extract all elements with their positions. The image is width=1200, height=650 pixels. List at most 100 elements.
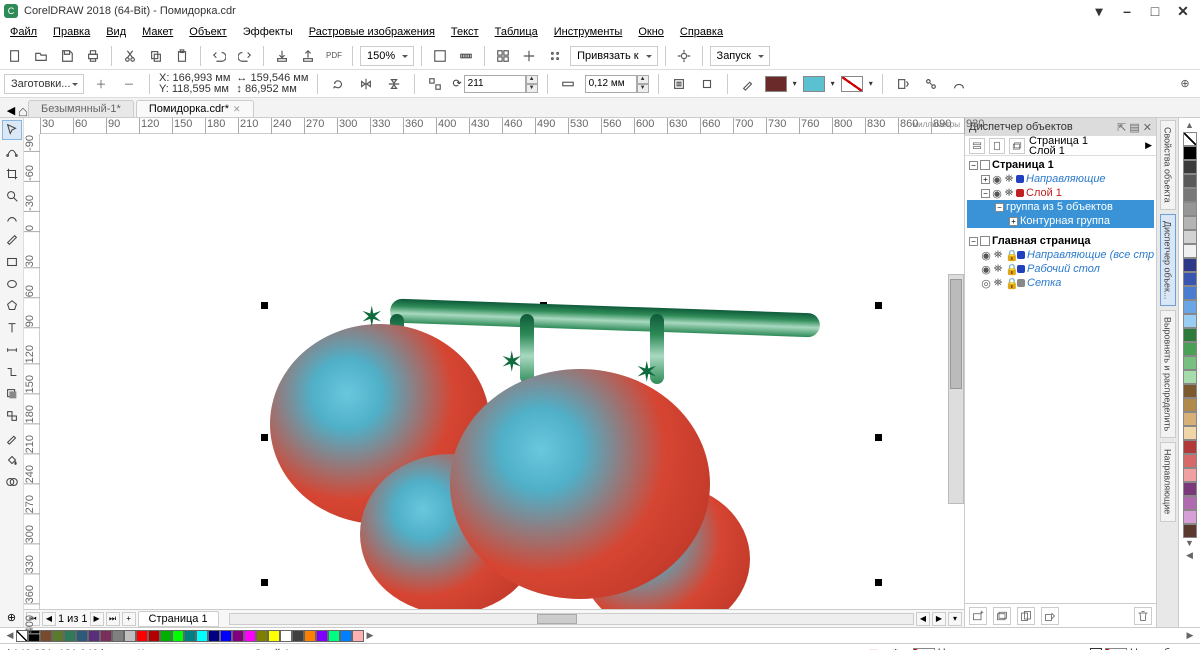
tab-scroll-icon[interactable]: ◀ xyxy=(4,104,18,117)
color-swatch[interactable] xyxy=(1183,496,1197,510)
tab-close-icon[interactable]: ✕ xyxy=(233,104,241,115)
color-swatch[interactable] xyxy=(352,630,364,642)
ungroup-icon[interactable] xyxy=(424,73,446,95)
scroll-right-button[interactable]: ▶ xyxy=(932,612,946,626)
page-view-icon[interactable] xyxy=(989,138,1005,154)
palette-down-icon[interactable]: ▼ xyxy=(1185,538,1194,550)
color-swatch[interactable] xyxy=(52,630,64,642)
options-icon[interactable] xyxy=(673,45,695,67)
color-swatch[interactable] xyxy=(112,630,124,642)
snap-to-dropdown[interactable]: Привязать к xyxy=(570,46,657,66)
menu-object[interactable]: Объект xyxy=(183,24,232,40)
page-tab-1[interactable]: Страница 1 xyxy=(138,611,219,627)
color-swatch[interactable] xyxy=(172,630,184,642)
vertical-ruler[interactable]: -90-60-300306090120150180210240270300330… xyxy=(24,134,40,609)
layer-view-icon[interactable] xyxy=(969,138,985,154)
pdf-icon[interactable]: PDF xyxy=(323,45,345,67)
remove-preset-icon[interactable]: － xyxy=(118,73,140,95)
to-front-icon[interactable] xyxy=(696,73,718,95)
guides-icon[interactable] xyxy=(518,45,540,67)
cut-icon[interactable] xyxy=(119,45,141,67)
panel-pin-icon[interactable]: ⇱ xyxy=(1117,121,1126,134)
color-swatch[interactable] xyxy=(124,630,136,642)
tree-guides-all[interactable]: ◉⛯🔒Направляющие (все страницы) xyxy=(967,248,1154,262)
wrap-text-icon[interactable] xyxy=(668,73,690,95)
docker-object-manager[interactable]: Диспетчер объек... xyxy=(1160,214,1176,306)
tree-layer1[interactable]: −◉⛯Слой 1 xyxy=(967,186,1154,200)
launch-dropdown[interactable]: Запуск xyxy=(710,46,770,66)
color-swatch[interactable] xyxy=(1183,230,1197,244)
color-swatch[interactable] xyxy=(1183,216,1197,230)
shape-tool[interactable] xyxy=(2,142,22,162)
color-swatch[interactable] xyxy=(1183,272,1197,286)
color-swatch[interactable] xyxy=(88,630,100,642)
menu-help[interactable]: Справка xyxy=(674,24,729,40)
color-swatch[interactable] xyxy=(280,630,292,642)
tree-contour-group[interactable]: +Контурная группа xyxy=(967,214,1154,228)
color-swatch[interactable] xyxy=(148,630,160,642)
color-swatch[interactable] xyxy=(1183,244,1197,258)
docker-object-properties[interactable]: Свойства объекта xyxy=(1160,120,1176,210)
close-button[interactable]: ✕ xyxy=(1170,2,1196,20)
redo-icon[interactable] xyxy=(234,45,256,67)
color-swatch[interactable] xyxy=(1183,482,1197,496)
import-icon[interactable] xyxy=(271,45,293,67)
stepper-up-icon[interactable]: ▲ xyxy=(526,75,538,84)
color-swatch[interactable] xyxy=(184,630,196,642)
tomato-artwork[interactable]: ✶ ✶ ✶ xyxy=(240,284,880,609)
drop-shadow-tool[interactable] xyxy=(2,384,22,404)
tab-untitled[interactable]: Безымянный-1* xyxy=(28,100,134,117)
menu-table[interactable]: Таблица xyxy=(489,24,544,40)
fill-tool[interactable] xyxy=(2,450,22,470)
tree-master-page[interactable]: −Главная страница xyxy=(967,234,1154,248)
app-menu-button[interactable]: ▾ xyxy=(1086,2,1112,20)
pick-tool[interactable] xyxy=(2,120,22,140)
polygon-tool[interactable] xyxy=(2,296,22,316)
bpal-right-icon[interactable]: ▶ xyxy=(364,630,376,641)
minimize-button[interactable]: – xyxy=(1114,2,1140,20)
freehand-tool[interactable] xyxy=(2,208,22,228)
color-swatch[interactable] xyxy=(1183,454,1197,468)
bpal-left-icon[interactable]: ◀ xyxy=(4,630,16,641)
fullscreen-icon[interactable] xyxy=(429,45,451,67)
color-swatch[interactable] xyxy=(256,630,268,642)
panel-close-icon[interactable]: ✕ xyxy=(1143,121,1152,134)
color-swatch[interactable] xyxy=(1183,426,1197,440)
color-swatch[interactable] xyxy=(1183,468,1197,482)
menu-text[interactable]: Текст xyxy=(445,24,485,40)
delete-layer-icon[interactable] xyxy=(1134,607,1152,625)
tab-document[interactable]: Помидорка.cdr*✕ xyxy=(136,100,254,117)
color-swatch[interactable] xyxy=(232,630,244,642)
color-swatch[interactable] xyxy=(244,630,256,642)
smart-fill-tool[interactable] xyxy=(2,472,22,492)
outline-width-field[interactable]: ▲▼ xyxy=(585,75,649,93)
grid-icon[interactable] xyxy=(492,45,514,67)
paste-icon[interactable] xyxy=(171,45,193,67)
home-tab-icon[interactable] xyxy=(18,107,28,117)
export-icon[interactable] xyxy=(297,45,319,67)
menu-window[interactable]: Окно xyxy=(632,24,670,40)
toolbox-customize-icon[interactable]: ⊕ xyxy=(2,607,22,627)
color-swatch[interactable] xyxy=(316,630,328,642)
docker-align-distribute[interactable]: Выровнять и распределить xyxy=(1160,310,1176,438)
color-swatch[interactable] xyxy=(196,630,208,642)
move-to-layer-icon[interactable] xyxy=(1041,607,1059,625)
menu-view[interactable]: Вид xyxy=(100,24,132,40)
new-master-layer-icon[interactable] xyxy=(993,607,1011,625)
outline-swatch[interactable] xyxy=(841,76,863,92)
color-swatch[interactable] xyxy=(268,630,280,642)
quick-customize-icon[interactable]: ⊕ xyxy=(1174,73,1196,95)
mirror-v-icon[interactable] xyxy=(383,73,405,95)
bpal-flyout-icon[interactable]: ▶ xyxy=(1184,630,1196,641)
docker-guidelines[interactable]: Направляющие xyxy=(1160,442,1176,521)
color-swatch[interactable] xyxy=(1183,328,1197,342)
transparency-tool[interactable] xyxy=(2,406,22,426)
color-swatch[interactable] xyxy=(76,630,88,642)
edit-across-layers-icon[interactable] xyxy=(1009,138,1025,154)
snap-grid-icon[interactable] xyxy=(544,45,566,67)
color-swatch[interactable] xyxy=(220,630,232,642)
ellipse-tool[interactable] xyxy=(2,274,22,294)
color-swatch[interactable] xyxy=(40,630,52,642)
stepper-down-icon[interactable]: ▼ xyxy=(526,84,538,93)
color-swatch[interactable] xyxy=(1183,412,1197,426)
